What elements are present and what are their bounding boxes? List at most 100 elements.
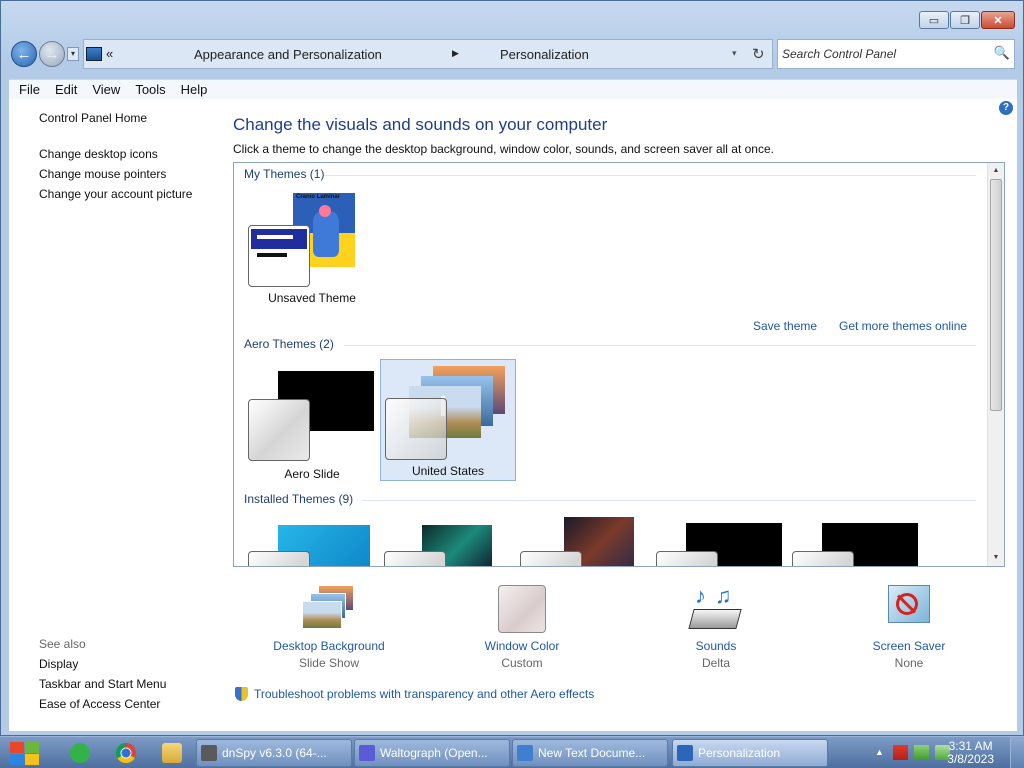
theme-installed-1[interactable] (244, 513, 380, 566)
control-panel-icon (86, 47, 102, 61)
window-glyph (656, 551, 718, 566)
sounds-option[interactable]: ♪ ♫ Sounds Delta (636, 583, 796, 670)
menu-file[interactable]: File (19, 82, 40, 97)
folder-icon[interactable] (162, 743, 182, 763)
task-notepad[interactable]: New Text Docume... (512, 739, 668, 767)
overflow-chevron-icon[interactable]: « (106, 46, 113, 61)
menu-edit[interactable]: Edit (55, 82, 77, 97)
chrome-icon[interactable] (116, 743, 136, 763)
window-glyph (248, 225, 310, 287)
sounds-value: Delta (701, 656, 730, 670)
scroll-up-icon[interactable]: ▲ (988, 163, 1004, 179)
scroll-thumb[interactable] (990, 179, 1002, 411)
screen-saver-option[interactable]: Screen Saver None (829, 583, 989, 670)
desktop-background-title[interactable]: Desktop Background (249, 639, 409, 653)
ease-of-access-link[interactable]: Ease of Access Center (39, 697, 166, 711)
window-glyph (384, 551, 446, 566)
menu-help[interactable]: Help (181, 82, 208, 97)
action-center-flag-icon[interactable] (893, 745, 908, 760)
clock[interactable]: 3:31 AM 3/8/2023 (947, 740, 994, 766)
screen-saver-value: None (894, 656, 924, 670)
page-subtitle: Click a theme to change the desktop back… (233, 142, 774, 156)
theme-installed-5[interactable] (788, 513, 924, 566)
theme-installed-4[interactable] (652, 513, 788, 566)
task-personalization[interactable]: Personalization (672, 739, 828, 767)
themes-list: My Themes (1) Cranio Laminar Unsaved The… (233, 162, 1005, 567)
window-color-option[interactable]: Window Color Custom (442, 583, 602, 670)
address-bar[interactable]: « Appearance and Personalization ▶ Perso… (83, 39, 773, 69)
see-also-header: See also (39, 637, 86, 651)
troubleshoot-link-row[interactable]: Troubleshoot problems with transparency … (235, 687, 594, 701)
theme-aero-slide[interactable]: Aero Slide (244, 359, 380, 481)
group-divider (344, 345, 976, 346)
change-account-picture-link[interactable]: Change your account picture (39, 187, 229, 201)
theme-installed-2[interactable] (380, 513, 516, 566)
recent-pages-chevron-down-icon[interactable]: ▾ (67, 47, 79, 61)
start-button[interactable] (6, 738, 44, 768)
taskbar-start-menu-link[interactable]: Taskbar and Start Menu (39, 677, 166, 691)
back-button[interactable]: ← (11, 41, 37, 67)
window-color-title[interactable]: Window Color (442, 639, 602, 653)
close-button[interactable]: ✕ (981, 11, 1015, 29)
left-pane: Control Panel Home Change desktop icons … (39, 111, 229, 207)
breadcrumb-appearance[interactable]: Appearance and Personalization (194, 47, 382, 62)
caption-buttons: ▭ ❐ ✕ (919, 11, 1015, 29)
task-label: Personalization (698, 746, 781, 760)
window-glyph (248, 399, 310, 461)
network-icon[interactable] (914, 745, 929, 760)
window-glyph (520, 551, 582, 566)
content-area: ? Control Panel Home Change desktop icon… (9, 99, 1017, 731)
sounds-icon: ♪ ♫ (687, 583, 745, 635)
control-panel-icon (677, 745, 693, 761)
window-glyph (385, 398, 447, 460)
change-desktop-icons-link[interactable]: Change desktop icons (39, 147, 229, 161)
breadcrumb-separator-icon[interactable]: ▶ (452, 48, 459, 59)
see-also-section: See also Display Taskbar and Start Menu … (39, 637, 166, 717)
theme-united-states[interactable]: United States (380, 359, 516, 481)
get-more-themes-link[interactable]: Get more themes online (839, 319, 967, 333)
aero-themes-header: Aero Themes (2) (244, 337, 334, 351)
forward-button[interactable]: → (39, 41, 65, 67)
theme-label: United States (411, 464, 485, 478)
address-dropdown-icon[interactable]: ▾ (732, 48, 737, 59)
minimize-button[interactable]: ▭ (919, 11, 949, 29)
theme-installed-3[interactable] (516, 513, 652, 566)
window-color-value: Custom (501, 656, 543, 670)
quicklaunch-app-icon[interactable] (70, 743, 90, 763)
window-glyph (792, 551, 854, 566)
menu-view[interactable]: View (92, 82, 120, 97)
scroll-down-icon[interactable]: ▼ (988, 550, 1004, 566)
task-label: New Text Docume... (538, 746, 646, 760)
search-box: 🔍 (777, 39, 1015, 69)
font-app-icon (359, 745, 375, 761)
task-waltograph[interactable]: Waltograph (Open... (354, 739, 510, 767)
search-icon[interactable]: 🔍 (994, 45, 1010, 61)
desktop-background-option[interactable]: Desktop Background Slide Show (249, 583, 409, 670)
group-divider (362, 500, 976, 501)
desktop-background-icon (300, 583, 358, 635)
show-desktop-button[interactable] (1010, 737, 1024, 768)
menu-bar: File Edit View Tools Help (9, 79, 1017, 99)
system-tray: ▲ (872, 745, 950, 760)
notepad-icon (517, 745, 533, 761)
troubleshoot-link[interactable]: Troubleshoot problems with transparency … (254, 687, 594, 701)
my-themes-header: My Themes (1) (244, 167, 325, 181)
screen-saver-title[interactable]: Screen Saver (829, 639, 989, 653)
save-theme-link[interactable]: Save theme (753, 319, 817, 333)
refresh-icon[interactable]: ↻ (752, 45, 765, 63)
restore-button[interactable]: ❐ (950, 11, 980, 29)
navigation-bar: ← → ▾ « Appearance and Personalization ▶… (11, 39, 1015, 69)
help-icon[interactable]: ? (999, 101, 1013, 115)
display-link[interactable]: Display (39, 657, 166, 671)
menu-tools[interactable]: Tools (135, 82, 165, 97)
theme-unsaved[interactable]: Cranio Laminar Unsaved Theme (244, 189, 380, 311)
task-dnspy[interactable]: dnSpy v6.3.0 (64-... (196, 739, 352, 767)
change-mouse-pointers-link[interactable]: Change mouse pointers (39, 167, 229, 181)
control-panel-home-link[interactable]: Control Panel Home (39, 111, 229, 125)
search-input[interactable] (782, 47, 990, 61)
page-title: Change the visuals and sounds on your co… (233, 115, 608, 134)
sounds-title[interactable]: Sounds (636, 639, 796, 653)
breadcrumb-personalization[interactable]: Personalization (500, 47, 589, 62)
tray-expand-icon[interactable]: ▲ (872, 745, 887, 760)
themes-scrollbar[interactable]: ▲ ▼ (987, 163, 1004, 566)
